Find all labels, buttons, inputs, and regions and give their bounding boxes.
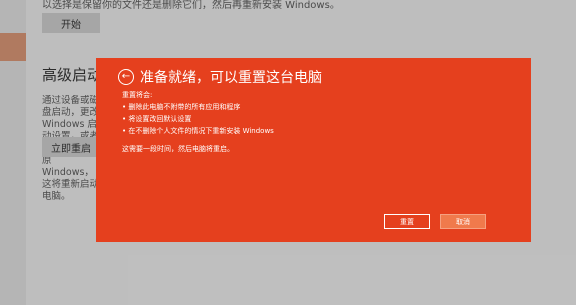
dialog-intro: 重置将会:	[122, 91, 153, 99]
dialog-body: 重置将会: 删除此电脑不附带的所有应用和程序 将设置改回默认设置 在不删除个人文…	[122, 89, 274, 155]
list-item: 在不删除个人文件的情况下重新安装 Windows	[122, 125, 273, 137]
reset-button[interactable]: 重置	[384, 214, 430, 229]
cancel-button[interactable]: 取消	[440, 214, 486, 229]
back-arrow-icon[interactable]: ←	[118, 69, 134, 85]
dialog-title: 准备就绪，可以重置这台电脑	[140, 70, 322, 86]
reset-pc-dialog: ← 准备就绪，可以重置这台电脑 重置将会: 删除此电脑不附带的所有应用和程序 将…	[96, 58, 531, 242]
reset-actions-list: 删除此电脑不附带的所有应用和程序 将设置改回默认设置 在不删除个人文件的情况下重…	[122, 101, 274, 137]
list-item: 删除此电脑不附带的所有应用和程序	[122, 101, 274, 113]
dialog-note: 这需要一段时间，然后电脑将重启。	[122, 145, 234, 153]
list-item: 将设置改回默认设置	[122, 113, 274, 125]
